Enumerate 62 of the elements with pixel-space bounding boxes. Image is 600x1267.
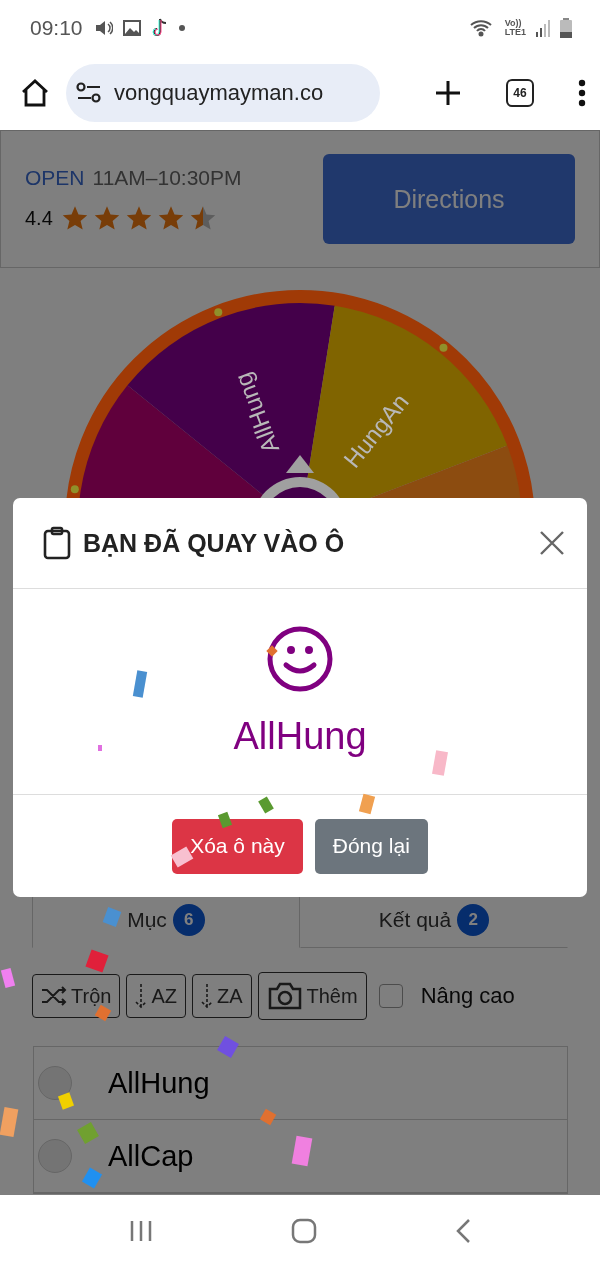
- delete-button[interactable]: Xóa ô này: [172, 818, 303, 874]
- confetti-piece: [57, 1092, 75, 1110]
- toolbar-button[interactable]: Thêm: [257, 972, 367, 1020]
- url-field[interactable]: vongquaymayman.co: [66, 63, 380, 122]
- dot-icon: [178, 24, 185, 31]
- network-label: Vo)) LTE1: [504, 18, 526, 37]
- close-icon[interactable]: [539, 530, 565, 556]
- clipboard-icon: [43, 526, 71, 560]
- checkbox-label: Nâng cao: [420, 983, 515, 1009]
- confetti-piece: [0, 968, 16, 988]
- signal-icon: [536, 18, 550, 37]
- confetti-piece: [102, 907, 122, 927]
- radio-button[interactable]: [38, 1139, 72, 1173]
- image-icon: [122, 19, 141, 36]
- directions-button[interactable]: Directions: [323, 154, 575, 244]
- star-icon: [188, 204, 217, 232]
- close-button[interactable]: Đóng lại: [314, 818, 428, 874]
- star-icon: [60, 204, 89, 232]
- star-icon: [156, 204, 185, 232]
- confetti-piece: [291, 1135, 313, 1167]
- confetti-piece: [0, 1107, 19, 1137]
- star-icon: [92, 204, 121, 232]
- down-arrow-icon: [200, 983, 213, 1009]
- toolbar-button[interactable]: ZA: [191, 974, 252, 1018]
- confetti-piece: [132, 670, 148, 698]
- dialog-title: BẠN ĐÃ QUAY VÀO Ô: [83, 528, 346, 558]
- home-icon[interactable]: [20, 77, 50, 108]
- confetti-piece: [217, 811, 233, 829]
- confetti-piece: [258, 796, 274, 814]
- result-name: AllHung: [233, 715, 367, 758]
- tab-count[interactable]: 46: [506, 78, 534, 107]
- opening-hours: 11AM–10:30PM: [92, 166, 242, 190]
- confetti-piece: [266, 645, 278, 657]
- camera-icon: [266, 981, 303, 1011]
- down-arrow-icon: [135, 983, 148, 1009]
- status-time: 09:10: [30, 15, 83, 40]
- confetti-piece: [432, 750, 448, 776]
- star-icon: [124, 204, 153, 232]
- toolbar-button[interactable]: Trộn: [32, 974, 121, 1018]
- open-status: OPEN: [25, 166, 85, 190]
- back-icon[interactable]: [455, 1218, 471, 1244]
- speaker-icon: [94, 19, 113, 36]
- item-name: AllHung: [108, 1066, 210, 1100]
- new-tab-icon[interactable]: [434, 78, 462, 107]
- confetti-piece: [98, 745, 102, 751]
- music-note-icon: [150, 17, 169, 38]
- count-badge: 6: [172, 904, 205, 936]
- menu-icon[interactable]: [578, 78, 586, 107]
- shuffle-icon: [41, 986, 67, 1006]
- radio-button[interactable]: [38, 1066, 72, 1100]
- home-button-icon[interactable]: [291, 1218, 317, 1244]
- spinning-wheel-drawing[interactable]: [65, 290, 535, 498]
- battery-icon: [560, 17, 572, 38]
- site-settings-icon[interactable]: [76, 81, 102, 104]
- item-name: AllCap: [108, 1139, 194, 1173]
- rating-value: 4.4: [25, 206, 53, 230]
- smiley-icon: [266, 625, 334, 693]
- recent-apps-icon[interactable]: [129, 1219, 153, 1243]
- count-badge: 2: [457, 904, 490, 936]
- toolbar-button[interactable]: AZ: [126, 974, 186, 1018]
- checkbox[interactable]: [378, 984, 403, 1008]
- confetti-piece: [358, 793, 376, 815]
